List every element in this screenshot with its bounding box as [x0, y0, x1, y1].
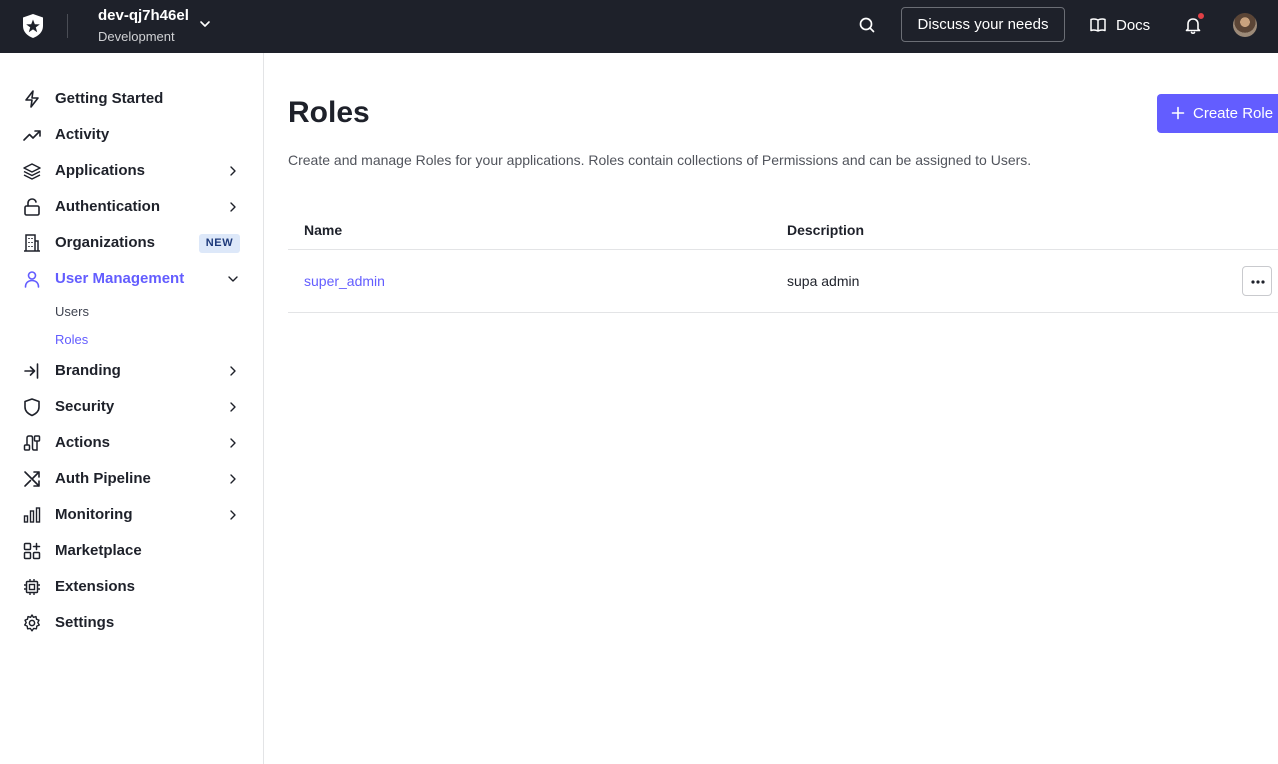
sidebar-item-auth-pipeline[interactable]: Auth Pipeline	[0, 461, 263, 497]
grid-plus-icon	[23, 542, 41, 560]
sidebar-item-label: Getting Started	[55, 90, 164, 107]
sidebar-item-label: Monitoring	[55, 506, 133, 523]
docs-link[interactable]: Docs	[1089, 14, 1150, 36]
table-row: super_admin supa admin	[288, 250, 1278, 313]
sidebar-item-label: Authentication	[55, 198, 160, 215]
tenant-switcher[interactable]: dev-qj7h46el Development	[98, 7, 189, 45]
row-actions-button[interactable]	[1242, 266, 1272, 296]
bolt-icon	[25, 90, 39, 108]
chip-icon	[24, 579, 40, 595]
login-arrow-icon	[24, 363, 39, 379]
sidebar-item-extensions[interactable]: Extensions	[0, 569, 263, 605]
auth0-logo-icon[interactable]	[20, 13, 46, 39]
discuss-needs-button[interactable]: Discuss your needs	[901, 7, 1065, 42]
new-badge: NEW	[199, 234, 240, 253]
chevron-right-icon	[230, 438, 236, 448]
search-icon[interactable]	[857, 15, 877, 35]
chevron-right-icon	[230, 510, 236, 520]
roles-table: Name Description super_admin supa admin	[288, 212, 1278, 313]
chevron-down-icon	[228, 276, 238, 282]
sidebar-item-label: Branding	[55, 362, 121, 379]
bar-chart-icon	[23, 507, 41, 523]
actions-flow-icon	[23, 435, 41, 451]
plus-icon	[1171, 106, 1185, 120]
sidebar-item-organizations[interactable]: Organizations NEW	[0, 225, 263, 261]
page-title: Roles	[288, 96, 370, 129]
sidebar-subitem-roles[interactable]: Roles	[55, 332, 88, 348]
page-description: Create and manage Roles for your applica…	[288, 152, 1032, 168]
more-horizontal-icon	[1251, 280, 1265, 284]
tenant-name: dev-qj7h46el	[98, 7, 189, 24]
sidebar-item-authentication[interactable]: Authentication	[0, 189, 263, 225]
sidebar-item-branding[interactable]: Branding	[0, 353, 263, 389]
sidebar-item-applications[interactable]: Applications	[0, 153, 263, 189]
chevron-right-icon	[230, 474, 236, 484]
chevron-right-icon	[230, 202, 236, 212]
sidebar-item-actions[interactable]: Actions	[0, 425, 263, 461]
role-description: supa admin	[787, 273, 860, 289]
unlock-icon	[24, 198, 40, 216]
tenant-environment: Development	[98, 29, 175, 44]
sidebar-item-user-management[interactable]: User Management	[0, 261, 263, 297]
sidebar-item-getting-started[interactable]: Getting Started	[0, 81, 263, 117]
create-role-button[interactable]: Create Role	[1157, 94, 1278, 133]
sidebar-item-settings[interactable]: Settings	[0, 605, 263, 641]
sidebar-item-activity[interactable]: Activity	[0, 117, 263, 153]
sidebar-item-label: Organizations	[55, 234, 156, 251]
sidebar-item-label: Settings	[55, 614, 115, 631]
sidebar-item-label: User Management	[55, 270, 185, 287]
chevron-right-icon	[230, 366, 236, 376]
chevron-down-icon[interactable]	[197, 16, 213, 32]
sidebar-item-label: Actions	[55, 434, 111, 451]
sidebar-item-label: Extensions	[55, 578, 136, 595]
sidebar: Getting Started Activity Applications Au…	[0, 53, 264, 764]
sidebar-item-marketplace[interactable]: Marketplace	[0, 533, 263, 569]
column-header-description: Description	[787, 222, 865, 238]
notification-dot	[1197, 12, 1205, 20]
sidebar-item-label: Security	[55, 398, 115, 415]
user-icon	[24, 271, 40, 288]
sidebar-item-label: Applications	[55, 162, 146, 179]
layers-icon	[23, 163, 41, 180]
sidebar-item-monitoring[interactable]: Monitoring	[0, 497, 263, 533]
sidebar-subitem-users[interactable]: Users	[55, 304, 89, 320]
book-icon	[1090, 18, 1106, 32]
chevron-right-icon	[230, 166, 236, 176]
topbar-divider	[67, 14, 68, 38]
sidebar-item-security[interactable]: Security	[0, 389, 263, 425]
shuffle-icon	[24, 471, 40, 487]
docs-label: Docs	[1116, 16, 1151, 34]
sidebar-item-label: Marketplace	[55, 542, 142, 559]
create-role-label: Create Role	[1193, 105, 1274, 122]
sidebar-item-label: Auth Pipeline	[55, 470, 151, 487]
top-bar: dev-qj7h46el Development Discuss your ne…	[0, 0, 1278, 53]
role-name-link[interactable]: super_admin	[304, 272, 385, 290]
gear-icon	[24, 614, 40, 632]
building-icon	[24, 234, 40, 252]
shield-icon	[24, 398, 40, 417]
column-header-name: Name	[304, 222, 343, 238]
trending-up-icon	[23, 130, 41, 141]
table-header: Name Description	[288, 212, 1278, 250]
sidebar-item-label: Activity	[55, 126, 110, 143]
main-content: Roles Create Role Create and manage Role…	[264, 53, 1278, 764]
avatar[interactable]	[1233, 13, 1257, 37]
chevron-right-icon	[230, 402, 236, 412]
